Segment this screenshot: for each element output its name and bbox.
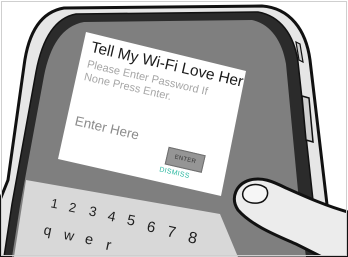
illustration-canvas: Tell My Wi-Fi Love Her Please Enter Pass…: [0, 0, 348, 257]
fingernail: [241, 183, 269, 204]
hand-illustration: [233, 177, 348, 257]
